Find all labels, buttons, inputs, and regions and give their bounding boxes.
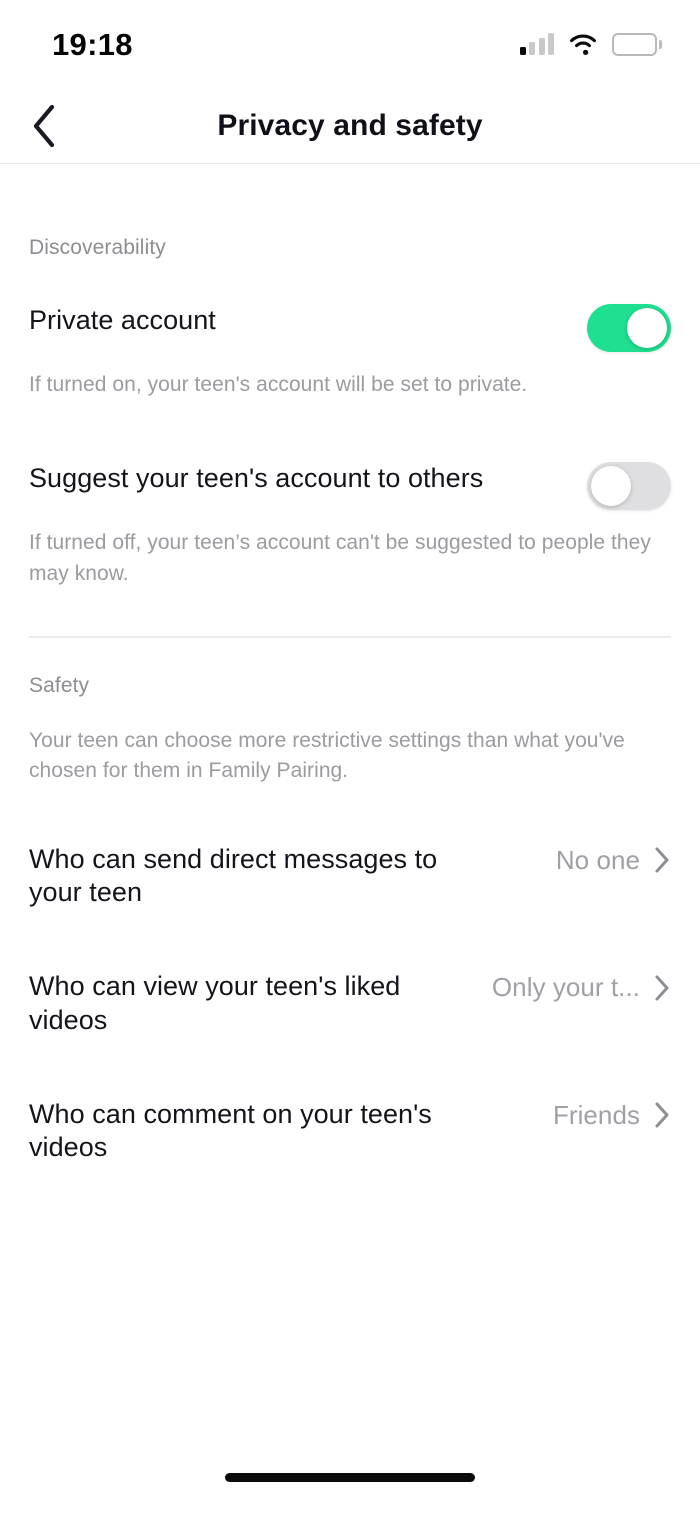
setting-row-liked-videos[interactable]: Who can view your teen's liked videos On… xyxy=(29,970,671,1038)
chevron-right-icon xyxy=(655,1102,669,1128)
toggle-private-account[interactable] xyxy=(587,304,671,352)
setting-row-private-account: Private account xyxy=(29,304,671,352)
setting-row-suggest-account: Suggest your teen's account to others xyxy=(29,462,671,511)
setting-title-comment-videos: Who can comment on your teen's videos xyxy=(29,1098,432,1163)
setting-row-comment-videos[interactable]: Who can comment on your teen's videos Fr… xyxy=(29,1098,671,1166)
toggle-knob xyxy=(627,308,667,348)
setting-row-direct-messages[interactable]: Who can send direct messages to your tee… xyxy=(29,843,671,911)
setting-value-direct-messages: No one xyxy=(555,844,640,875)
setting-description-private-account: If turned on, your teen's account will b… xyxy=(29,373,528,396)
status-bar-icons xyxy=(519,32,662,56)
home-indicator-area xyxy=(0,1452,700,1516)
section-header-discoverability: Discoverability xyxy=(29,236,166,259)
page-title: Privacy and safety xyxy=(217,108,483,142)
chevron-right-icon xyxy=(655,975,669,1001)
status-bar-time: 19:18 xyxy=(52,26,133,62)
setting-value-group: Friends xyxy=(553,1098,671,1131)
status-bar: 19:18 xyxy=(0,0,700,88)
section-header-safety: Safety xyxy=(29,673,90,697)
app-screen: 19:18 Privacy and safety Discoverability… xyxy=(0,0,700,1516)
setting-value-comment-videos: Friends xyxy=(552,1099,640,1130)
chevron-left-icon xyxy=(33,104,55,147)
setting-value-group: No one xyxy=(556,843,671,876)
setting-title-liked-videos: Who can view your teen's liked videos xyxy=(29,971,401,1035)
cellular-signal-icon xyxy=(519,33,554,55)
back-button[interactable] xyxy=(16,98,72,154)
navigation-bar: Privacy and safety xyxy=(0,88,700,164)
settings-content: Discoverability Private account If turne… xyxy=(0,164,700,1452)
setting-title-suggest-account: Suggest your teen's account to others xyxy=(29,463,484,494)
wifi-icon xyxy=(570,34,596,55)
section-divider xyxy=(29,636,671,638)
toggle-suggest-account[interactable] xyxy=(587,462,671,511)
setting-texts: Private account xyxy=(29,304,567,338)
setting-texts: Suggest your teen's account to others xyxy=(29,462,567,496)
battery-icon xyxy=(612,32,662,56)
chevron-right-icon xyxy=(655,847,669,873)
setting-title-direct-messages: Who can send direct messages to your tee… xyxy=(29,843,438,908)
setting-value-liked-videos: Only your t... xyxy=(491,972,640,1003)
home-indicator[interactable] xyxy=(225,1472,475,1482)
section-description-safety: Your teen can choose more restrictive se… xyxy=(29,728,625,783)
setting-value-group: Only your t... xyxy=(492,970,671,1003)
setting-description-suggest-account: If turned off, your teen’s account can't… xyxy=(29,531,651,585)
toggle-knob xyxy=(591,466,631,507)
setting-title-private-account: Private account xyxy=(29,305,216,335)
